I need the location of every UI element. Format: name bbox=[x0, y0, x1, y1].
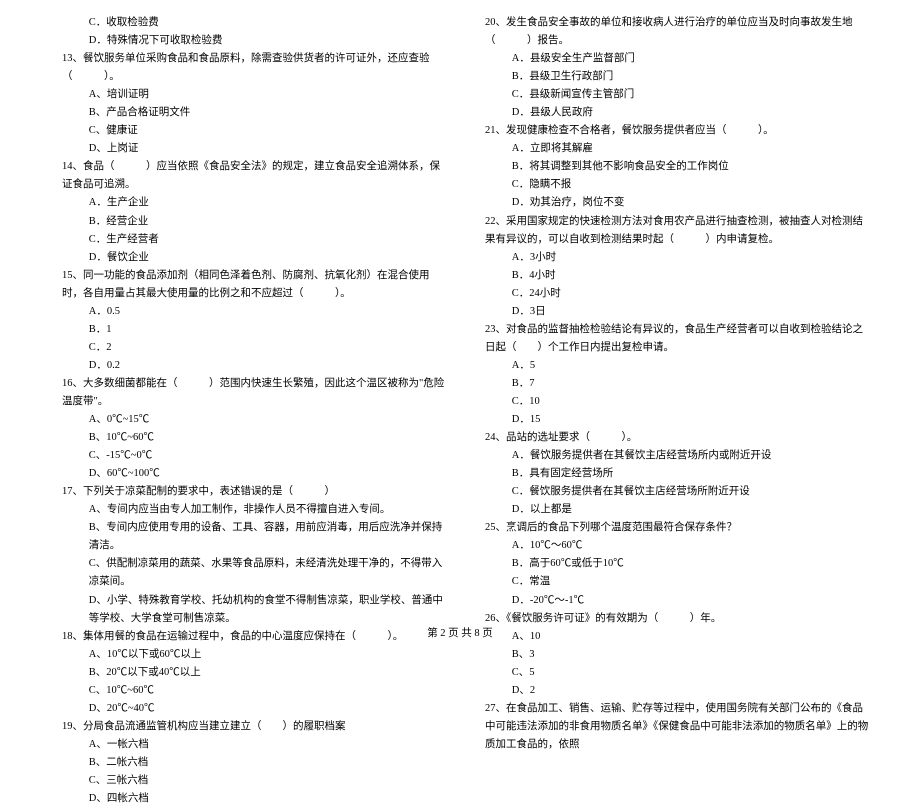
q23-option-d: D．15 bbox=[485, 411, 872, 429]
question-13: 13、餐饮服务单位采购食品和食品原料，除需查验供货者的许可证外，还应查验（ ）。 bbox=[62, 50, 449, 86]
q23-option-b: B．7 bbox=[485, 375, 872, 393]
question-21: 21、发现健康检查不合格者，餐饮服务提供者应当（ ）。 bbox=[485, 122, 872, 140]
q14-option-a: A．生产企业 bbox=[62, 194, 449, 212]
left-column: C．收取检验费 D．特殊情况下可收取检验费 13、餐饮服务单位采购食品和食品原料… bbox=[62, 14, 449, 808]
q19-option-b: B、二帐六档 bbox=[62, 754, 449, 772]
q16-option-b: B、10℃~60℃ bbox=[62, 429, 449, 447]
question-22: 22、采用国家规定的快速检测方法对食用农产品进行抽查检测，被抽查人对检测结果有异… bbox=[485, 213, 872, 249]
q15-option-b: B．1 bbox=[62, 321, 449, 339]
q16-option-d: D、60℃~100℃ bbox=[62, 465, 449, 483]
question-15: 15、同一功能的食品添加剂（相同色泽着色剂、防腐剂、抗氧化剂）在混合使用时，各自… bbox=[62, 267, 449, 303]
q18-option-b: B、20℃以下或40℃以上 bbox=[62, 664, 449, 682]
q17-option-c: C、供配制凉菜用的蔬菜、水果等食品原料，未经清洗处理干净的，不得带入凉菜间。 bbox=[62, 555, 449, 591]
q20-option-b: B．县级卫生行政部门 bbox=[485, 68, 872, 86]
q19-option-d: D、四帐六档 bbox=[62, 790, 449, 808]
q24-option-b: B．具有固定经营场所 bbox=[485, 465, 872, 483]
question-17: 17、下列关于凉菜配制的要求中，表述错误的是（ ） bbox=[62, 483, 449, 501]
q25-option-c: C．常温 bbox=[485, 573, 872, 591]
q17-option-b: B、专间内应使用专用的设备、工具、容器，用前应消毒，用后应洗净并保持清洁。 bbox=[62, 519, 449, 555]
right-column: 20、发生食品安全事故的单位和接收病人进行治疗的单位应当及时向事故发生地（ ）报… bbox=[485, 14, 872, 808]
q21-option-c: C．隐瞒不报 bbox=[485, 176, 872, 194]
q26-option-d: D、2 bbox=[485, 682, 872, 700]
q19-option-a: A、一帐六档 bbox=[62, 736, 449, 754]
q15-option-c: C．2 bbox=[62, 339, 449, 357]
q13-option-b: B、产品合格证明文件 bbox=[62, 104, 449, 122]
q20-option-c: C．县级新闻宣传主管部门 bbox=[485, 86, 872, 104]
q25-option-d: D．-20℃～-1℃ bbox=[485, 592, 872, 610]
q22-option-b: B．4小时 bbox=[485, 267, 872, 285]
q22-option-a: A．3小时 bbox=[485, 249, 872, 267]
q15-option-a: A．0.5 bbox=[62, 303, 449, 321]
q13-option-c: C、健康证 bbox=[62, 122, 449, 140]
q14-option-d: D．餐饮企业 bbox=[62, 249, 449, 267]
q21-option-b: B．将其调整到其他不影响食品安全的工作岗位 bbox=[485, 158, 872, 176]
q25-option-a: A．10℃～60℃ bbox=[485, 537, 872, 555]
q20-option-d: D．县级人民政府 bbox=[485, 104, 872, 122]
page-footer: 第 2 页 共 8 页 bbox=[0, 625, 920, 640]
q13-option-a: A、培训证明 bbox=[62, 86, 449, 104]
q17-option-d: D、小学、特殊教育学校、托幼机构的食堂不得制售凉菜，职业学校、普通中等学校、大学… bbox=[62, 592, 449, 628]
q23-option-a: A．5 bbox=[485, 357, 872, 375]
q20-option-a: A．县级安全生产监督部门 bbox=[485, 50, 872, 68]
q14-option-b: B．经营企业 bbox=[62, 213, 449, 231]
q26-option-b: B、3 bbox=[485, 646, 872, 664]
two-column-layout: C．收取检验费 D．特殊情况下可收取检验费 13、餐饮服务单位采购食品和食品原料… bbox=[0, 14, 920, 808]
q18-option-c: C、10℃~60℃ bbox=[62, 682, 449, 700]
question-27: 27、在食品加工、销售、运输、贮存等过程中，使用国务院有关部门公布的《食品中可能… bbox=[485, 700, 872, 754]
question-25: 25、烹调后的食品下列哪个温度范围最符合保存条件？ bbox=[485, 519, 872, 537]
q22-option-d: D．3日 bbox=[485, 303, 872, 321]
q13-option-d: D、上岗证 bbox=[62, 140, 449, 158]
question-16: 16、大多数细菌都能在（ ）范围内快速生长繁殖，因此这个温区被称为"危险温度带"… bbox=[62, 375, 449, 411]
q16-option-a: A、0℃~15℃ bbox=[62, 411, 449, 429]
question-24: 24、品站的选址要求（ ）。 bbox=[485, 429, 872, 447]
q16-option-c: C、-15℃~0℃ bbox=[62, 447, 449, 465]
question-20: 20、发生食品安全事故的单位和接收病人进行治疗的单位应当及时向事故发生地（ ）报… bbox=[485, 14, 872, 50]
question-19: 19、分局食品流通监管机构应当建立建立（ ）的履职档案 bbox=[62, 718, 449, 736]
q17-option-a: A、专间内应当由专人加工制作，非操作人员不得擅自进入专间。 bbox=[62, 501, 449, 519]
q15-option-d: D．0.2 bbox=[62, 357, 449, 375]
q26-option-c: C、5 bbox=[485, 664, 872, 682]
q25-option-b: B．高于60℃或低于10℃ bbox=[485, 555, 872, 573]
q23-option-c: C．10 bbox=[485, 393, 872, 411]
q21-option-d: D．劝其治疗，岗位不变 bbox=[485, 194, 872, 212]
q24-option-a: A．餐饮服务提供者在其餐饮主店经营场所内或附近开设 bbox=[485, 447, 872, 465]
q18-option-d: D、20℃~40℃ bbox=[62, 700, 449, 718]
q24-option-c: C．餐饮服务提供者在其餐饮主店经营场所附近开设 bbox=[485, 483, 872, 501]
option-c-prev: C．收取检验费 bbox=[62, 14, 449, 32]
q19-option-c: C、三帐六档 bbox=[62, 772, 449, 790]
question-14: 14、食品（ ）应当依照《食品安全法》的规定，建立食品安全追溯体系，保证食品可追… bbox=[62, 158, 449, 194]
q22-option-c: C．24小时 bbox=[485, 285, 872, 303]
question-23: 23、对食品的监督抽检检验结论有异议的，食品生产经营者可以自收到检验结论之日起（… bbox=[485, 321, 872, 357]
q24-option-d: D．以上都是 bbox=[485, 501, 872, 519]
q18-option-a: A、10℃以下或60℃以上 bbox=[62, 646, 449, 664]
q21-option-a: A．立即将其解雇 bbox=[485, 140, 872, 158]
option-d-prev: D．特殊情况下可收取检验费 bbox=[62, 32, 449, 50]
q14-option-c: C．生产经营者 bbox=[62, 231, 449, 249]
